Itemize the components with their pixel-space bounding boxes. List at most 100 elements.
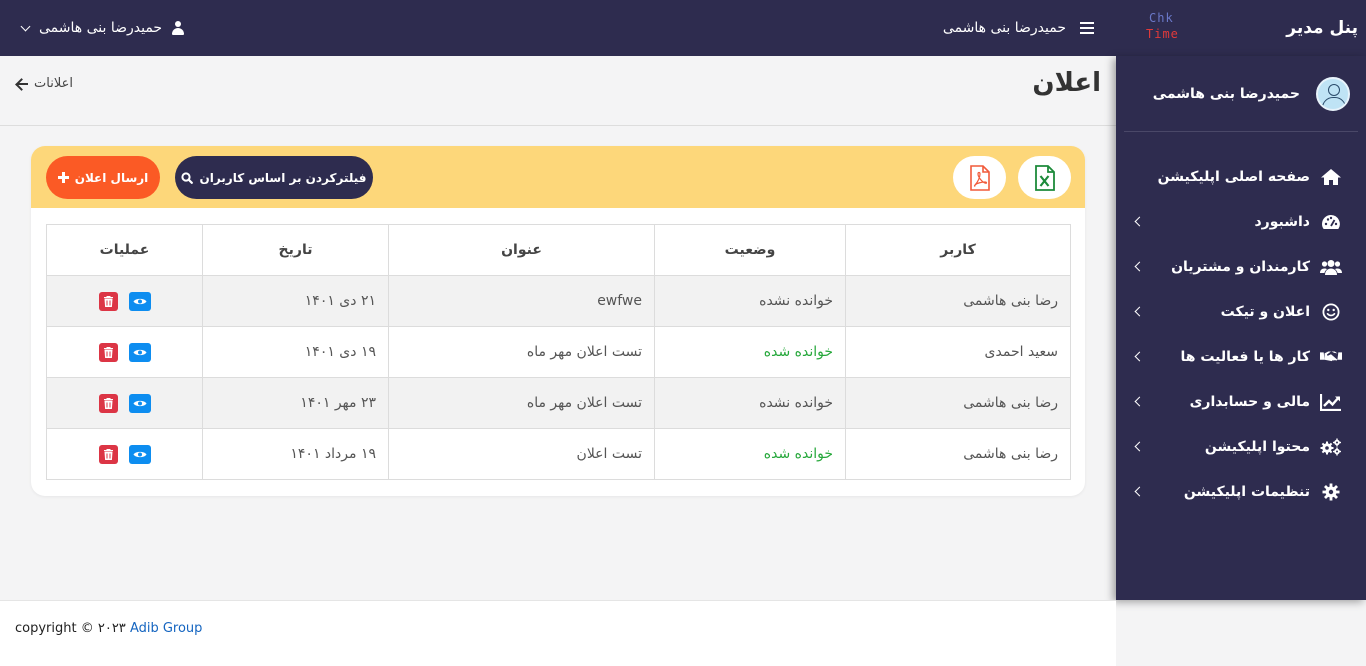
trash-icon — [103, 397, 113, 409]
cogs-icon — [1320, 438, 1341, 455]
footer-text: copyright © ۲۰۲۳ Adib Group — [15, 621, 202, 636]
title-cell: تست اعلان مهر ماه — [388, 377, 655, 429]
brand: پنل مدیر Chk Time — [1140, 0, 1358, 56]
dashboard-icon — [1322, 214, 1340, 229]
delete-button[interactable] — [98, 291, 118, 311]
excel-file-icon — [1034, 164, 1055, 191]
breadcrumb[interactable]: اعلانات — [16, 76, 73, 91]
view-button[interactable] — [128, 291, 151, 311]
sidebar-item-dashboard[interactable]: داشبورد — [1116, 199, 1366, 244]
eye-icon — [133, 400, 146, 406]
sidebar-user-name: حمیدرضا بنی هاشمی — [1152, 85, 1300, 102]
sidebar-item-label: تنظیمات اپلیکیشن — [1183, 483, 1310, 500]
column-header[interactable]: تاریخ — [202, 224, 389, 276]
operations-cell — [46, 377, 203, 429]
handshake-icon — [1320, 351, 1342, 361]
sidebar-item-employees-customers[interactable]: کارمندان و مشتریان — [1116, 244, 1366, 289]
column-header[interactable]: عنوان — [388, 224, 655, 276]
table-row: رضا بنی هاشمی خوانده نشده ewfwe ۲۱ دی ۱۴… — [46, 275, 1071, 327]
pdf-file-icon — [969, 164, 990, 191]
table-row: رضا بنی هاشمی خوانده نشده تست اعلان مهر … — [46, 377, 1071, 429]
sidebar-item-app-settings[interactable]: تنظیمات اپلیکیشن — [1116, 469, 1366, 514]
top-center-user: حمیدرضا بنی هاشمی — [943, 0, 1094, 56]
logo-line-2: Time — [1146, 27, 1179, 41]
status-cell: خوانده نشده — [654, 377, 846, 429]
sidebar-item-label: مالی و حسابداری — [1189, 393, 1310, 410]
sidebar-item-app-content[interactable]: محتوا اپلیکیشن — [1116, 424, 1366, 469]
sidebar-item-label: صفحه اصلی اپلیکیشن — [1157, 168, 1310, 185]
column-header[interactable]: کاربر — [845, 224, 1071, 276]
delete-button[interactable] — [98, 444, 118, 464]
sidebar-item-label: داشبورد — [1254, 213, 1311, 230]
status-cell: خوانده شده — [654, 428, 846, 480]
trash-icon — [103, 346, 113, 358]
user-icon — [172, 21, 185, 35]
card-toolbar: ارسال اعلان فیلترکردن بر اساس کاربران — [31, 146, 1085, 208]
sidebar-item-label: کار ها یا فعالیت ها — [1180, 348, 1310, 365]
user-dropdown[interactable]: حمیدرضا بنی هاشمی — [20, 0, 185, 56]
copyright-text: copyright © ۲۰۲۳ — [15, 621, 126, 636]
status-cell: خوانده نشده — [654, 275, 846, 327]
plus-icon — [57, 172, 69, 183]
date-cell: ۲۱ دی ۱۴۰۱ — [202, 275, 389, 327]
sidebar-item-label: کارمندان و مشتریان — [1171, 258, 1310, 275]
date-cell: ۱۹ دی ۱۴۰۱ — [202, 326, 389, 378]
sidebar-item-home[interactable]: صفحه اصلی اپلیکیشن — [1116, 154, 1366, 199]
export-pdf-button[interactable] — [953, 156, 1006, 199]
content-header: اعلان اعلانات — [0, 56, 1116, 126]
column-header: عملیات — [46, 224, 203, 276]
sidebar-item-label: اعلان و تیکت — [1220, 303, 1310, 320]
footer: copyright © ۲۰۲۳ Adib Group — [0, 600, 1116, 666]
eye-icon — [133, 349, 146, 355]
notifications-table: کاربر وضعیت عنوان تاریخ عملیات رضا بنی ه… — [46, 224, 1071, 480]
chart-line-icon — [1320, 393, 1341, 411]
logo-line-1: Chk — [1149, 11, 1174, 25]
chevron-down-icon — [20, 21, 31, 31]
eye-icon — [133, 451, 146, 457]
view-button[interactable] — [128, 444, 151, 464]
users-icon — [1320, 259, 1342, 275]
avatar — [1316, 76, 1350, 111]
column-header[interactable]: وضعیت — [654, 224, 846, 276]
date-cell: ۱۹ مرداد ۱۴۰۱ — [202, 428, 389, 480]
filter-by-users-label: فیلترکردن بر اساس کاربران — [199, 170, 367, 185]
view-button[interactable] — [128, 393, 151, 413]
user-cell: سعید احمدی — [845, 326, 1071, 378]
export-excel-button[interactable] — [1018, 156, 1071, 199]
status-cell: خوانده شده — [654, 326, 846, 378]
arrow-left-icon — [16, 78, 28, 90]
filter-by-users-button[interactable]: فیلترکردن بر اساس کاربران — [175, 156, 373, 199]
user-dropdown-name: حمیدرضا بنی هاشمی — [39, 20, 163, 36]
gear-icon — [1322, 483, 1340, 500]
sidebar-user[interactable]: حمیدرضا بنی هاشمی — [1124, 56, 1358, 132]
top-navbar: پنل مدیر Chk Time حمیدرضا بنی هاشمی حمید… — [0, 0, 1366, 56]
sidebar-item-label: محتوا اپلیکیشن — [1204, 438, 1310, 455]
operations-cell — [46, 275, 203, 327]
company-link[interactable]: Adib Group — [130, 621, 203, 636]
sidebar-item-finance[interactable]: مالی و حسابداری — [1116, 379, 1366, 424]
search-icon — [181, 171, 194, 184]
sidebar-item-notifications-tickets[interactable]: اعلان و تیکت — [1116, 289, 1366, 334]
table-row: سعید احمدی خوانده شده تست اعلان مهر ماه … — [46, 326, 1071, 378]
eye-icon — [133, 298, 146, 304]
send-notification-button[interactable]: ارسال اعلان — [46, 156, 160, 199]
delete-button[interactable] — [98, 393, 118, 413]
table-header-row: کاربر وضعیت عنوان تاریخ عملیات — [46, 224, 1071, 276]
user-cell: رضا بنی هاشمی — [845, 377, 1071, 429]
hamburger-menu-icon[interactable] — [1080, 22, 1094, 34]
app-logo: Chk Time — [1146, 11, 1194, 45]
trash-icon — [103, 448, 113, 460]
delete-button[interactable] — [98, 342, 118, 362]
view-button[interactable] — [128, 342, 151, 362]
title-cell: تست اعلان مهر ماه — [388, 326, 655, 378]
operations-cell — [46, 326, 203, 378]
sidebar-menu: صفحه اصلی اپلیکیشن داشبورد کارمندان و مش… — [1116, 154, 1366, 514]
operations-cell — [46, 428, 203, 480]
title-cell: تست اعلان — [388, 428, 655, 480]
top-center-user-name: حمیدرضا بنی هاشمی — [942, 20, 1066, 36]
user-cell: رضا بنی هاشمی — [845, 428, 1071, 480]
sidebar-item-tasks-activities[interactable]: کار ها یا فعالیت ها — [1116, 334, 1366, 379]
title-cell: ewfwe — [388, 275, 655, 327]
page-title: اعلان — [1032, 68, 1101, 98]
date-cell: ۲۳ مهر ۱۴۰۱ — [202, 377, 389, 429]
